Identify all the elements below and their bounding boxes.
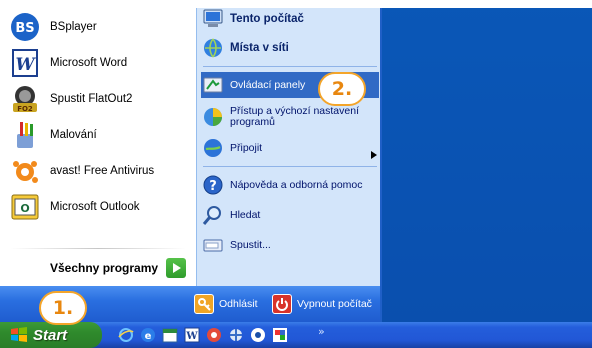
menu-item-search[interactable]: Hledat <box>201 202 379 228</box>
shutdown-button[interactable]: Vypnout počítač <box>272 294 372 314</box>
quick-launch: e W <box>118 326 294 343</box>
places-pane: Tento počítač Místa v síti Ovládací pane… <box>196 8 380 286</box>
program-label: Malování <box>50 129 97 141</box>
program-paint[interactable]: Malování <box>8 118 193 152</box>
svg-text:FO2: FO2 <box>17 105 33 113</box>
browser-icon[interactable]: e <box>140 326 156 343</box>
search-icon <box>201 203 225 227</box>
help-icon: ? <box>201 173 225 197</box>
program-label: Microsoft Outlook <box>50 201 140 213</box>
program-access-icon <box>201 105 225 129</box>
ie-icon[interactable] <box>118 326 134 343</box>
paint-icon <box>8 118 42 152</box>
menu-item-label: Hledat <box>230 208 261 221</box>
media-icon[interactable] <box>206 326 222 343</box>
word-quick-icon[interactable]: W <box>184 326 200 343</box>
logoff-button[interactable]: Odhlásit <box>194 294 258 314</box>
bsplayer-icon: BS <box>8 10 42 44</box>
separator <box>203 66 377 67</box>
separator <box>10 248 186 249</box>
menu-item-help[interactable]: ? Nápověda a odborná pomoc <box>201 172 379 198</box>
word-icon: W <box>8 46 42 80</box>
menu-item-label: Místa v síti <box>230 41 289 54</box>
menu-item-network-places[interactable]: Místa v síti <box>201 36 379 60</box>
flatout-icon: FO2 <box>8 82 42 116</box>
network-icon <box>201 36 225 60</box>
taskbar: Start e W » <box>0 322 592 348</box>
logoff-label: Odhlásit <box>219 298 258 310</box>
menu-item-label: Připojit <box>230 141 263 154</box>
program-label: avast! Free Antivirus <box>50 165 155 177</box>
menu-item-connect[interactable]: Připojit <box>201 136 379 160</box>
menu-item-run[interactable]: Spustit... <box>201 232 379 258</box>
player-icon[interactable] <box>250 326 266 343</box>
svg-text:e: e <box>145 331 152 342</box>
shutdown-label: Vypnout počítač <box>297 298 372 310</box>
power-icon <box>272 294 292 314</box>
step-1-callout: 1. <box>39 291 87 325</box>
all-programs-label: Všechny programy <box>50 261 159 275</box>
svg-text:BS: BS <box>15 21 34 36</box>
svg-text:O: O <box>20 202 29 215</box>
svg-text:W: W <box>15 55 36 75</box>
program-avast[interactable]: avast! Free Antivirus <box>8 154 193 188</box>
run-icon <box>201 233 225 257</box>
all-programs-button[interactable]: Všechny programy <box>50 258 187 278</box>
control-panel-icon <box>201 73 225 97</box>
key-icon <box>194 294 214 314</box>
menu-item-label: Přístup a výchozí nastavení programů <box>230 105 359 128</box>
program-label: Microsoft Word <box>50 57 128 69</box>
programs-pane: BS BSplayer W Microsoft Word FO2 Spustit… <box>0 8 196 286</box>
radar-icon[interactable] <box>228 326 244 343</box>
menu-item-my-computer[interactable]: Tento počítač <box>201 8 379 30</box>
paint-quick-icon[interactable] <box>272 326 288 343</box>
arrow-right-icon <box>166 258 187 278</box>
connect-icon <box>201 136 225 160</box>
top-edge <box>0 0 592 8</box>
menu-item-label: Tento počítač <box>230 12 304 25</box>
menu-item-label: Spustit... <box>230 238 271 251</box>
separator <box>203 166 377 167</box>
menu-item-label: Nápověda a odborná pomoc <box>230 178 363 191</box>
computer-icon <box>201 8 225 31</box>
avast-icon <box>8 154 42 188</box>
windows-logo-icon <box>10 327 28 343</box>
program-word[interactable]: W Microsoft Word <box>8 46 193 80</box>
svg-text:W: W <box>185 331 198 342</box>
menu-item-program-access[interactable]: Přístup a výchozí nastavení programů <box>201 102 379 132</box>
start-button[interactable]: Start <box>0 322 102 348</box>
menu-item-label: Ovládací panely <box>230 78 306 91</box>
program-label: BSplayer <box>50 21 97 33</box>
program-flatout2[interactable]: FO2 Spustit FlatOut2 <box>8 82 193 116</box>
submenu-arrow-icon <box>371 144 377 163</box>
calendar-icon[interactable] <box>162 326 178 343</box>
chevron-icon[interactable]: » <box>318 325 325 338</box>
start-label: Start <box>33 326 68 344</box>
outlook-icon: O <box>8 190 42 224</box>
svg-text:?: ? <box>209 179 217 194</box>
start-menu: BS BSplayer W Microsoft Word FO2 Spustit… <box>0 8 382 322</box>
program-label: Spustit FlatOut2 <box>50 93 133 105</box>
step-2-callout: 2. <box>318 72 366 106</box>
program-outlook[interactable]: O Microsoft Outlook <box>8 190 193 224</box>
program-bsplayer[interactable]: BS BSplayer <box>8 10 193 44</box>
